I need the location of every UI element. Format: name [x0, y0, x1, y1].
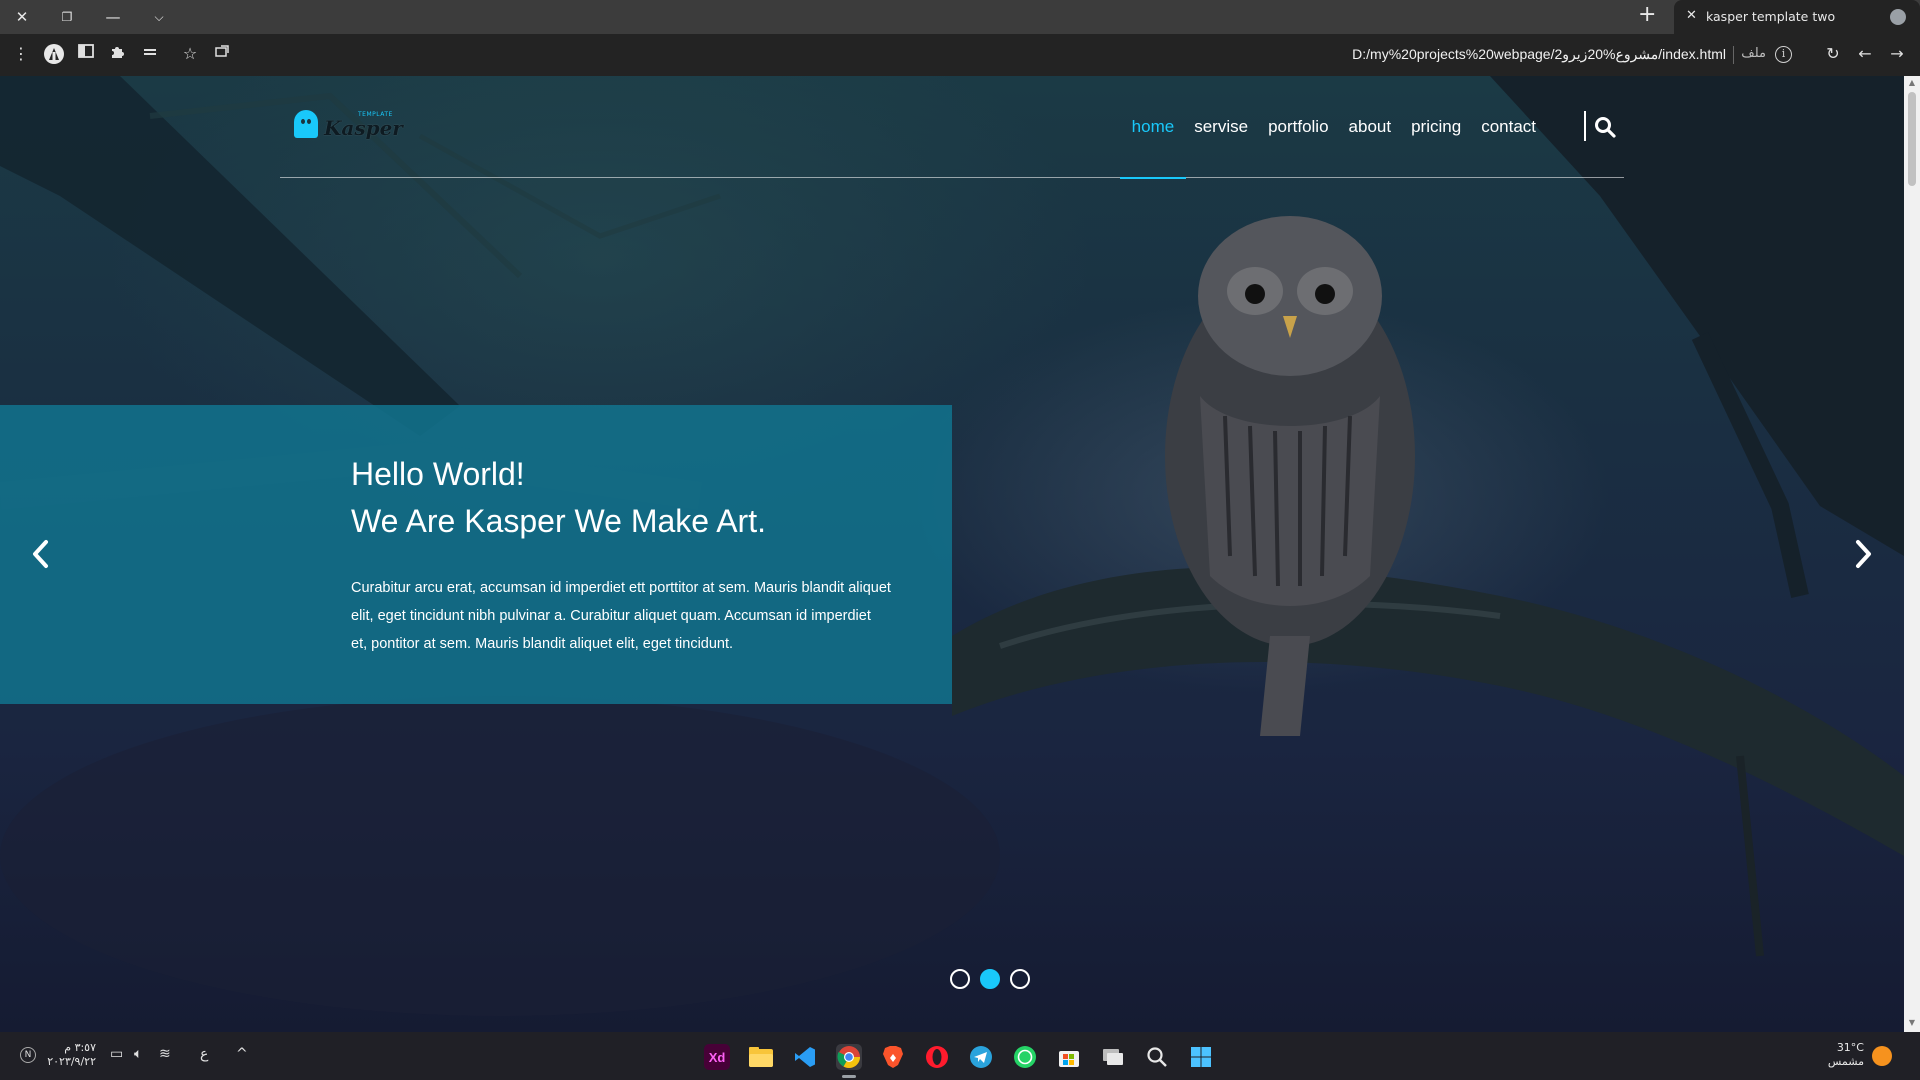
slider-dot-2[interactable]	[980, 969, 1000, 989]
sidebar-icon[interactable]	[74, 43, 98, 65]
slider-dots	[950, 969, 1030, 989]
ghost-logo-icon	[294, 110, 318, 138]
hero-content-panel: Hello World! We Are Kasper We Make Art. …	[0, 405, 952, 704]
forward-arrow-icon[interactable]: →	[1885, 43, 1909, 65]
battery-icon[interactable]: ▭	[110, 1046, 123, 1062]
os-taskbar	[0, 1032, 1920, 1080]
nav-link-contact[interactable]: contact	[1471, 76, 1546, 178]
page-viewport: TEMPLATE Kasper home servise portfolio a…	[0, 76, 1904, 1032]
hero-title-line1: Hello World!	[351, 456, 525, 492]
browser-tab-bar: ✕ ❐ — ⌵ + ✕ kasper template two	[0, 0, 1920, 34]
globe-favicon-icon	[1890, 9, 1906, 25]
windows-start-icon[interactable]	[1188, 1044, 1214, 1070]
logo-wordmark: Kasper	[324, 116, 403, 140]
nav-divider	[1584, 111, 1586, 141]
scroll-up-arrow-icon[interactable]: ▲	[1907, 78, 1917, 87]
slider-next-chevron-icon[interactable]	[1848, 534, 1878, 574]
telegram-app-icon[interactable]	[968, 1044, 994, 1070]
kasper-logo[interactable]: TEMPLATE Kasper	[294, 108, 404, 144]
minimize-window-icon[interactable]: —	[96, 3, 130, 31]
opera-app-icon[interactable]	[924, 1044, 950, 1070]
search-taskbar-icon[interactable]	[1144, 1044, 1170, 1070]
chrome-app-icon[interactable]	[836, 1044, 862, 1078]
volume-icon[interactable]: 🔈︎	[134, 1046, 142, 1062]
nav-link-pricing[interactable]: pricing	[1401, 76, 1471, 178]
browser-tab[interactable]: ✕ kasper template two	[1674, 0, 1920, 34]
hero-description: Curabitur arcu erat, accumsan id imperdi…	[351, 580, 891, 652]
weather-description: مشمس	[1827, 1055, 1864, 1068]
vscode-app-icon[interactable]	[792, 1044, 818, 1070]
nav-link-portfolio[interactable]: portfolio	[1258, 76, 1338, 178]
back-arrow-icon[interactable]: ←	[1853, 43, 1877, 65]
clock-date: ٢٠٢٣/٩/٢٢	[47, 1055, 96, 1068]
nav-link-servise[interactable]: servise	[1184, 76, 1258, 178]
site-info-icon[interactable]: i	[1775, 46, 1792, 63]
search-icon[interactable]	[1594, 116, 1616, 138]
browser-toolbar: ⋮ ☆ D:/my%20projects%20webpage/2مشروع%20…	[0, 34, 1920, 76]
tab-search-chevron-icon[interactable]: ⌵	[142, 3, 176, 31]
adobe-xd-app-icon[interactable]: Xd	[704, 1044, 730, 1070]
site-header: TEMPLATE Kasper home servise portfolio a…	[280, 76, 1624, 179]
reload-icon[interactable]: ↻	[1821, 43, 1845, 65]
slider-prev-chevron-icon[interactable]	[26, 534, 56, 574]
clock[interactable]: ٣:٥٧ م ٢٠٢٣/٩/٢٢	[40, 1041, 96, 1069]
menu-kebab-icon[interactable]: ⋮	[9, 43, 33, 65]
sun-weather-icon	[1872, 1046, 1892, 1066]
task-view-app-icon[interactable]	[1100, 1044, 1126, 1070]
extensions-puzzle-icon[interactable]	[106, 43, 130, 65]
restore-window-icon[interactable]: ❐	[50, 3, 84, 31]
new-tab-button[interactable]: +	[1638, 2, 1656, 27]
input-language[interactable]: ع	[200, 1046, 208, 1062]
close-window-icon[interactable]: ✕	[5, 3, 39, 31]
tab-close-icon[interactable]: ✕	[1686, 8, 1697, 23]
brave-app-icon[interactable]	[880, 1044, 906, 1070]
hero-title-line2: We Are Kasper We Make Art.	[351, 503, 766, 539]
clock-time: ٣:٥٧ م	[64, 1041, 96, 1054]
url-text[interactable]: D:/my%20projects%20webpage/2مشروع%20زيرو…	[1352, 46, 1726, 63]
profile-avatar-icon[interactable]	[42, 43, 66, 71]
address-bar[interactable]: D:/my%20projects%20webpage/2مشروع%20زيرو…	[175, 40, 1810, 70]
show-hidden-icons-chevron-icon[interactable]: ^	[236, 1046, 248, 1062]
slider-dot-1[interactable]	[950, 969, 970, 989]
url-separator	[1733, 46, 1734, 64]
scroll-thumb[interactable]	[1908, 92, 1916, 186]
tab-title: kasper template two	[1706, 9, 1836, 24]
wifi-icon[interactable]: ≋	[159, 1046, 171, 1062]
hero-title: Hello World! We Are Kasper We Make Art.	[351, 451, 766, 545]
whatsapp-app-icon[interactable]	[1012, 1044, 1038, 1070]
notification-badge-icon[interactable]: N	[20, 1047, 36, 1063]
tab-strip-icon[interactable]	[138, 43, 162, 65]
nav-link-about[interactable]: about	[1339, 76, 1402, 178]
slider-dot-3[interactable]	[1010, 969, 1030, 989]
main-nav: home servise portfolio about pricing con…	[1119, 76, 1546, 179]
nav-link-home[interactable]: home	[1119, 76, 1186, 179]
weather-widget[interactable]: 31°C مشمس	[1810, 1041, 1864, 1069]
page-scrollbar[interactable]: ▲ ▼	[1904, 76, 1920, 1032]
file-scheme-label: ملف	[1741, 46, 1766, 61]
file-explorer-app-icon[interactable]	[748, 1044, 774, 1070]
weather-temperature: 31°C	[1836, 1041, 1864, 1054]
scroll-down-arrow-icon[interactable]: ▼	[1907, 1018, 1917, 1027]
microsoft-store-app-icon[interactable]	[1056, 1044, 1082, 1070]
